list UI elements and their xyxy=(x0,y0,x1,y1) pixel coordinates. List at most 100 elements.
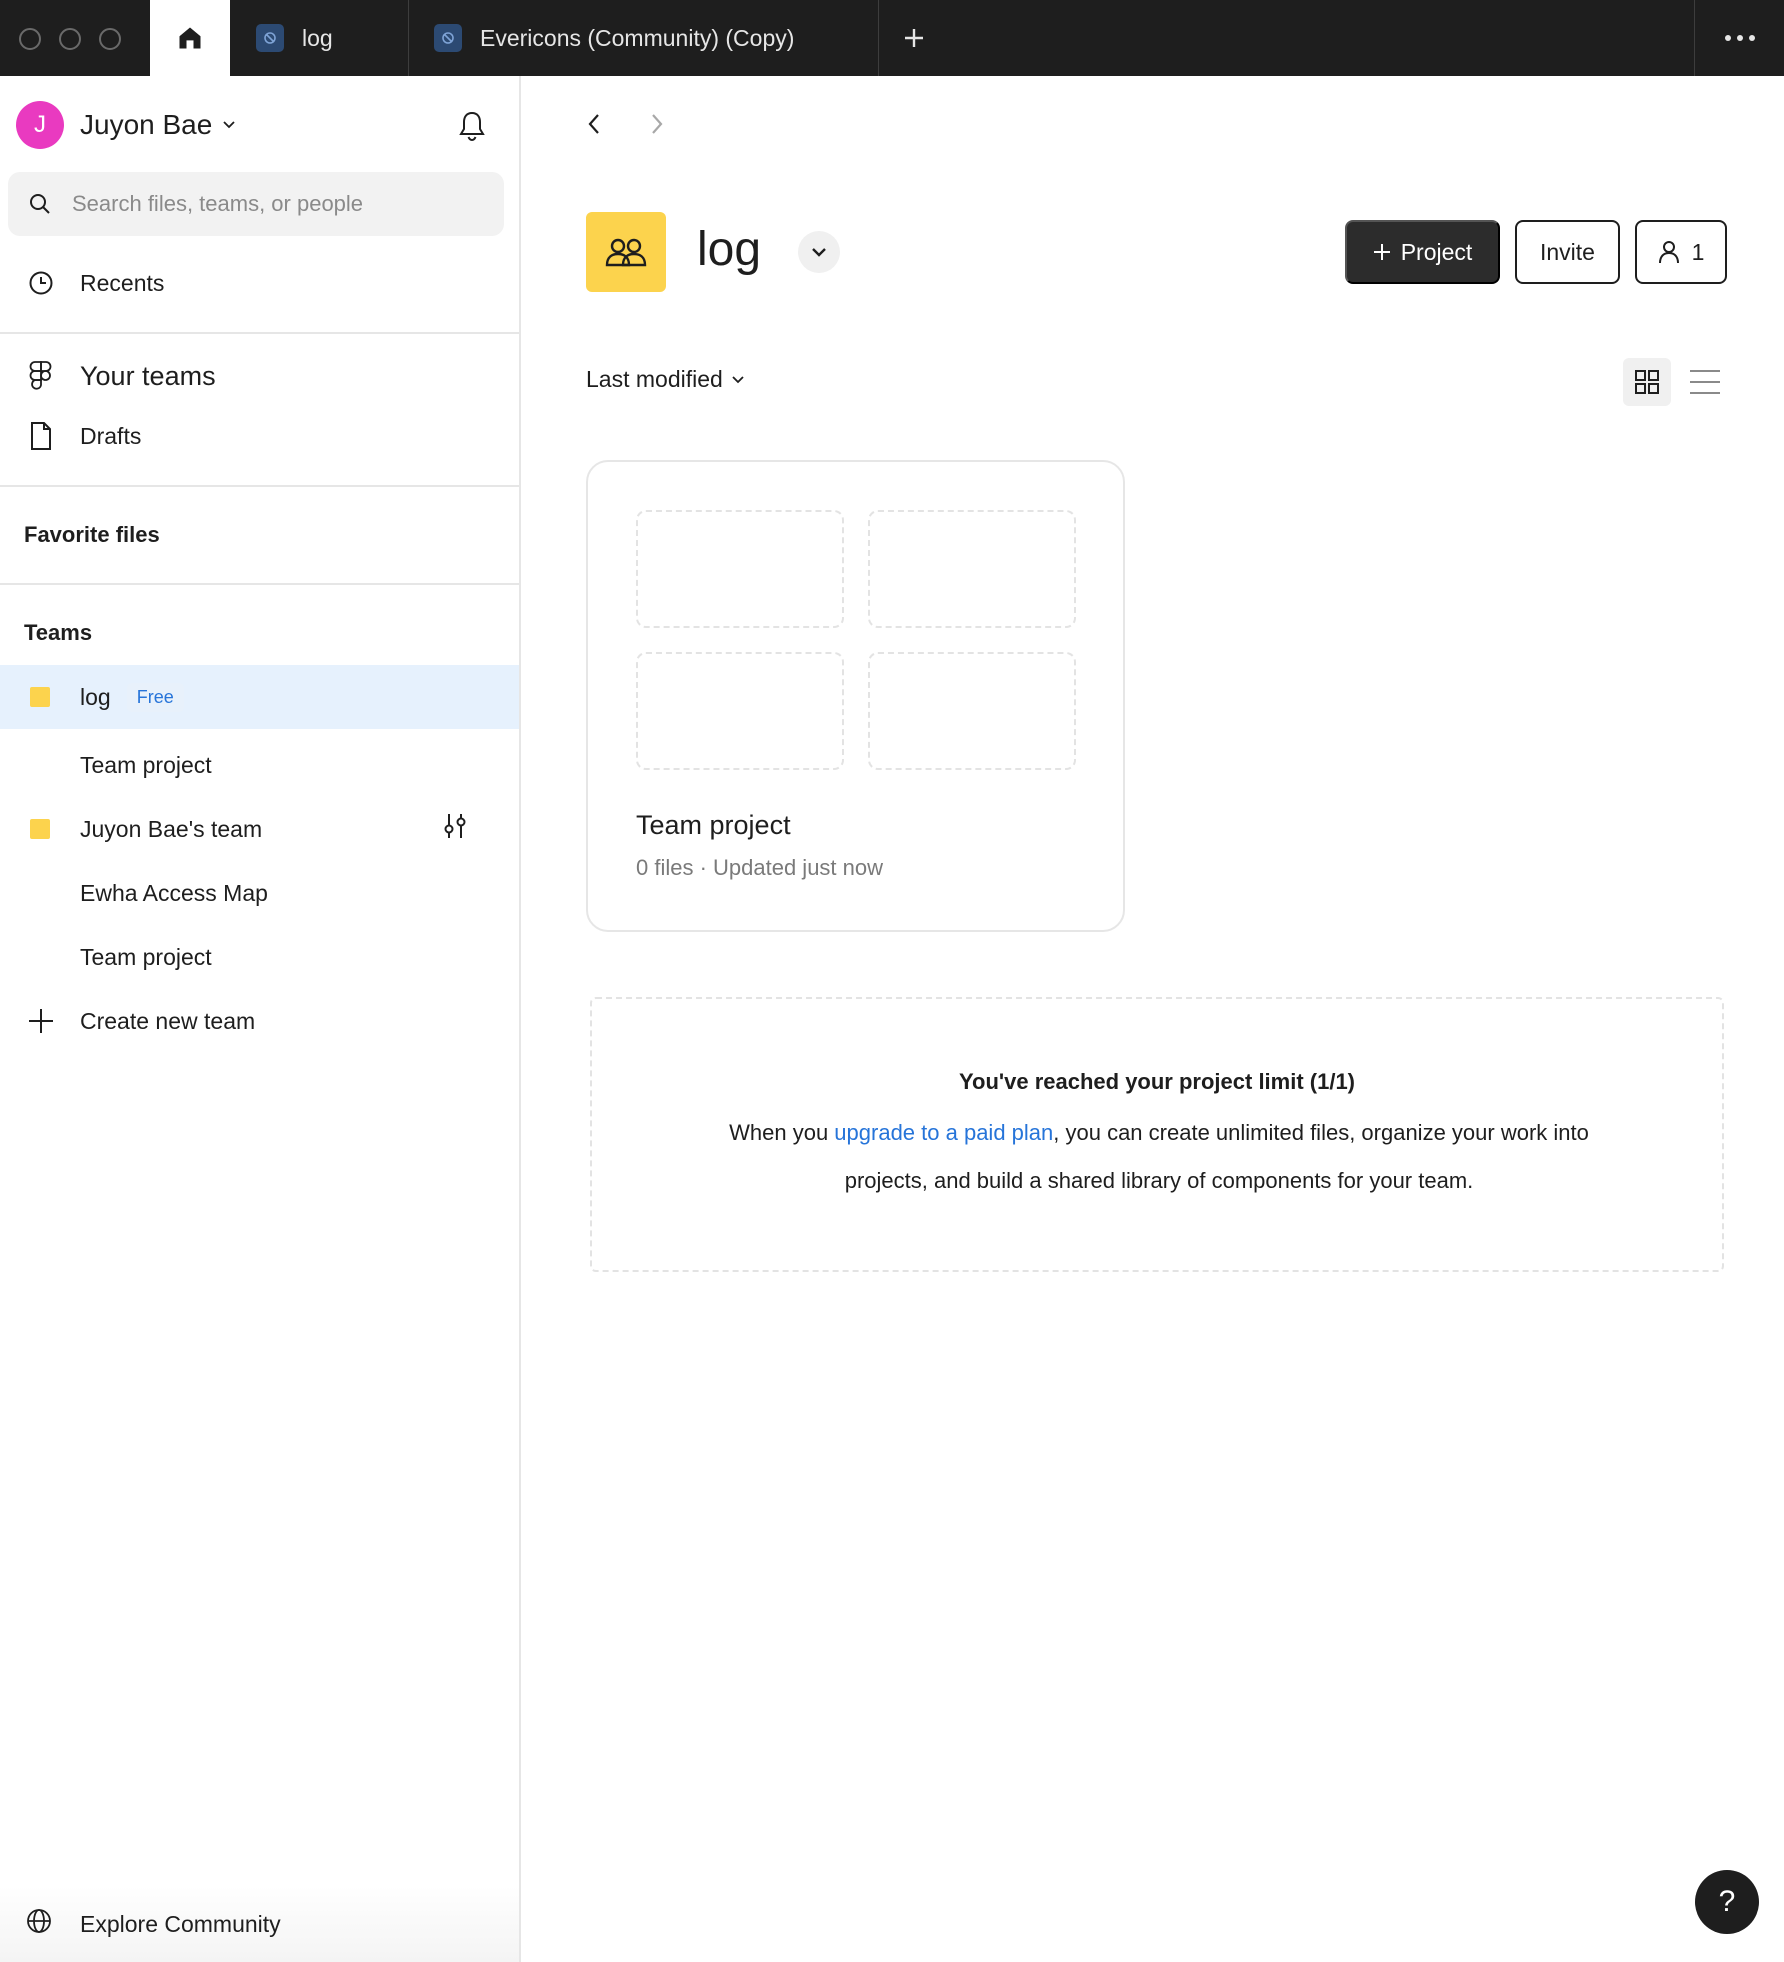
tab-label: Evericons (Community) (Copy) xyxy=(480,24,795,51)
limit-message: When you upgrade to a paid plan, you can… xyxy=(692,1109,1626,1205)
invite-button[interactable]: Invite xyxy=(1515,220,1620,284)
members-button[interactable]: 1 xyxy=(1635,220,1727,284)
sidebar-item-drafts[interactable]: Drafts xyxy=(0,408,519,464)
close-window-button[interactable] xyxy=(19,28,41,50)
favorite-files-heading[interactable]: Favorite files xyxy=(24,522,160,548)
project-meta: 0 files · Updated just now xyxy=(636,855,884,880)
members-count: 1 xyxy=(1691,238,1705,265)
file-placeholder xyxy=(636,652,844,770)
sidebar-item-label: Explore Community xyxy=(80,1910,281,1937)
chevron-left-icon xyxy=(588,114,599,134)
figma-file-icon xyxy=(256,24,284,52)
sidebar-item-label: Drafts xyxy=(80,422,142,449)
plus-icon xyxy=(905,29,923,47)
chevron-down-icon xyxy=(812,248,826,257)
button-label: Project xyxy=(1400,238,1473,265)
explore-community-link[interactable]: Explore Community xyxy=(0,1886,519,1962)
home-icon xyxy=(179,27,201,49)
sort-label: Last modified xyxy=(586,366,723,392)
sidebar-item-label: Your teams xyxy=(80,360,216,391)
tab-divider xyxy=(878,0,879,76)
clock-icon xyxy=(26,268,56,298)
forward-button[interactable] xyxy=(639,106,675,142)
grid-icon xyxy=(1635,370,1659,394)
team-color-swatch xyxy=(30,819,50,839)
limit-text: When you xyxy=(729,1120,835,1145)
search-icon xyxy=(30,194,50,214)
tab-divider xyxy=(408,0,409,76)
list-icon xyxy=(1690,370,1720,394)
sidebar-item-your-teams[interactable]: Your teams xyxy=(0,348,519,404)
search-input[interactable] xyxy=(72,191,492,217)
tab-evericons[interactable]: Evericons (Community) (Copy) xyxy=(434,0,794,76)
sidebar-item-recents[interactable]: Recents xyxy=(0,255,519,311)
file-placeholder xyxy=(868,652,1076,770)
plus-icon xyxy=(26,1006,56,1036)
divider xyxy=(0,332,519,334)
team-avatar xyxy=(586,212,666,292)
project-name: Team project xyxy=(80,751,212,778)
new-project-button[interactable]: Project xyxy=(1345,220,1500,284)
minimize-window-button[interactable] xyxy=(59,28,81,50)
team-name: Juyon Bae's team xyxy=(80,815,263,842)
account-switcher[interactable]: J Juyon Bae xyxy=(16,101,236,149)
chevron-down-icon xyxy=(732,375,744,383)
file-icon xyxy=(26,421,56,451)
figma-logo-icon xyxy=(26,361,56,391)
sidebar-item-label: Recents xyxy=(80,269,165,296)
team-settings-button[interactable] xyxy=(440,811,470,847)
zoom-window-button[interactable] xyxy=(99,28,121,50)
project-limit-notice: You've reached your project limit (1/1) … xyxy=(590,997,1724,1272)
divider xyxy=(0,485,519,487)
project-card[interactable]: Team project 0 files · Updated just now xyxy=(586,460,1125,932)
back-button[interactable] xyxy=(576,106,612,142)
figma-file-icon xyxy=(434,24,462,52)
sidebar-item-ewha-access-map[interactable]: Ewha Access Map xyxy=(0,861,519,925)
help-button[interactable]: ? xyxy=(1695,1870,1759,1934)
upgrade-link[interactable]: upgrade to a paid plan xyxy=(834,1120,1053,1145)
globe-icon xyxy=(26,1908,52,1940)
search-bar[interactable] xyxy=(8,172,504,236)
tab-label: log xyxy=(302,24,333,51)
window-controls xyxy=(0,0,150,76)
plan-badge: Free xyxy=(126,682,184,712)
chevron-down-icon xyxy=(223,121,235,129)
file-placeholder xyxy=(868,510,1076,628)
limit-title: You've reached your project limit (1/1) xyxy=(958,1069,1356,1094)
sort-dropdown[interactable]: Last modified xyxy=(586,366,745,393)
create-new-team-button[interactable]: Create new team xyxy=(0,989,519,1053)
button-label: Invite xyxy=(1540,238,1595,265)
more-horizontal-icon xyxy=(1724,35,1755,41)
avatar: J xyxy=(16,101,64,149)
project-name: Ewha Access Map xyxy=(80,879,268,906)
tab-log[interactable]: log xyxy=(256,0,333,76)
teams-heading: Teams xyxy=(24,620,93,645)
title-bar: log Evericons (Community) (Copy) xyxy=(0,0,1784,76)
notifications-button[interactable] xyxy=(452,106,492,146)
main-content: log Project Invite 1 Last modified Team … xyxy=(521,76,1784,1962)
user-name: Juyon Bae xyxy=(80,109,213,140)
people-icon xyxy=(605,238,647,267)
tab-home[interactable] xyxy=(150,0,230,76)
sidebar-item-team-project[interactable]: Team project xyxy=(0,733,519,797)
more-menu-button[interactable] xyxy=(1694,0,1784,76)
sidebar-item-team-log[interactable]: log Free xyxy=(0,665,519,729)
file-placeholder xyxy=(636,510,844,628)
sidebar-item-juyon-team[interactable]: Juyon Bae's team xyxy=(0,797,519,861)
team-menu-button[interactable] xyxy=(798,231,840,273)
sidebar-item-label: Create new team xyxy=(80,1007,256,1034)
project-name: Team project xyxy=(80,943,212,970)
team-name: log xyxy=(80,683,111,710)
sidebar-item-team-project-2[interactable]: Team project xyxy=(0,925,519,989)
project-title: Team project xyxy=(636,810,791,840)
team-color-swatch xyxy=(30,687,50,707)
bell-icon xyxy=(459,111,485,142)
grid-view-button[interactable] xyxy=(1623,358,1671,406)
plus-icon xyxy=(1373,244,1390,260)
list-view-button[interactable] xyxy=(1685,358,1725,406)
new-tab-button[interactable] xyxy=(894,0,934,76)
team-label-row: log Free xyxy=(80,682,184,712)
divider xyxy=(0,583,519,585)
page-title: log xyxy=(697,223,762,276)
chevron-right-icon xyxy=(652,114,663,134)
